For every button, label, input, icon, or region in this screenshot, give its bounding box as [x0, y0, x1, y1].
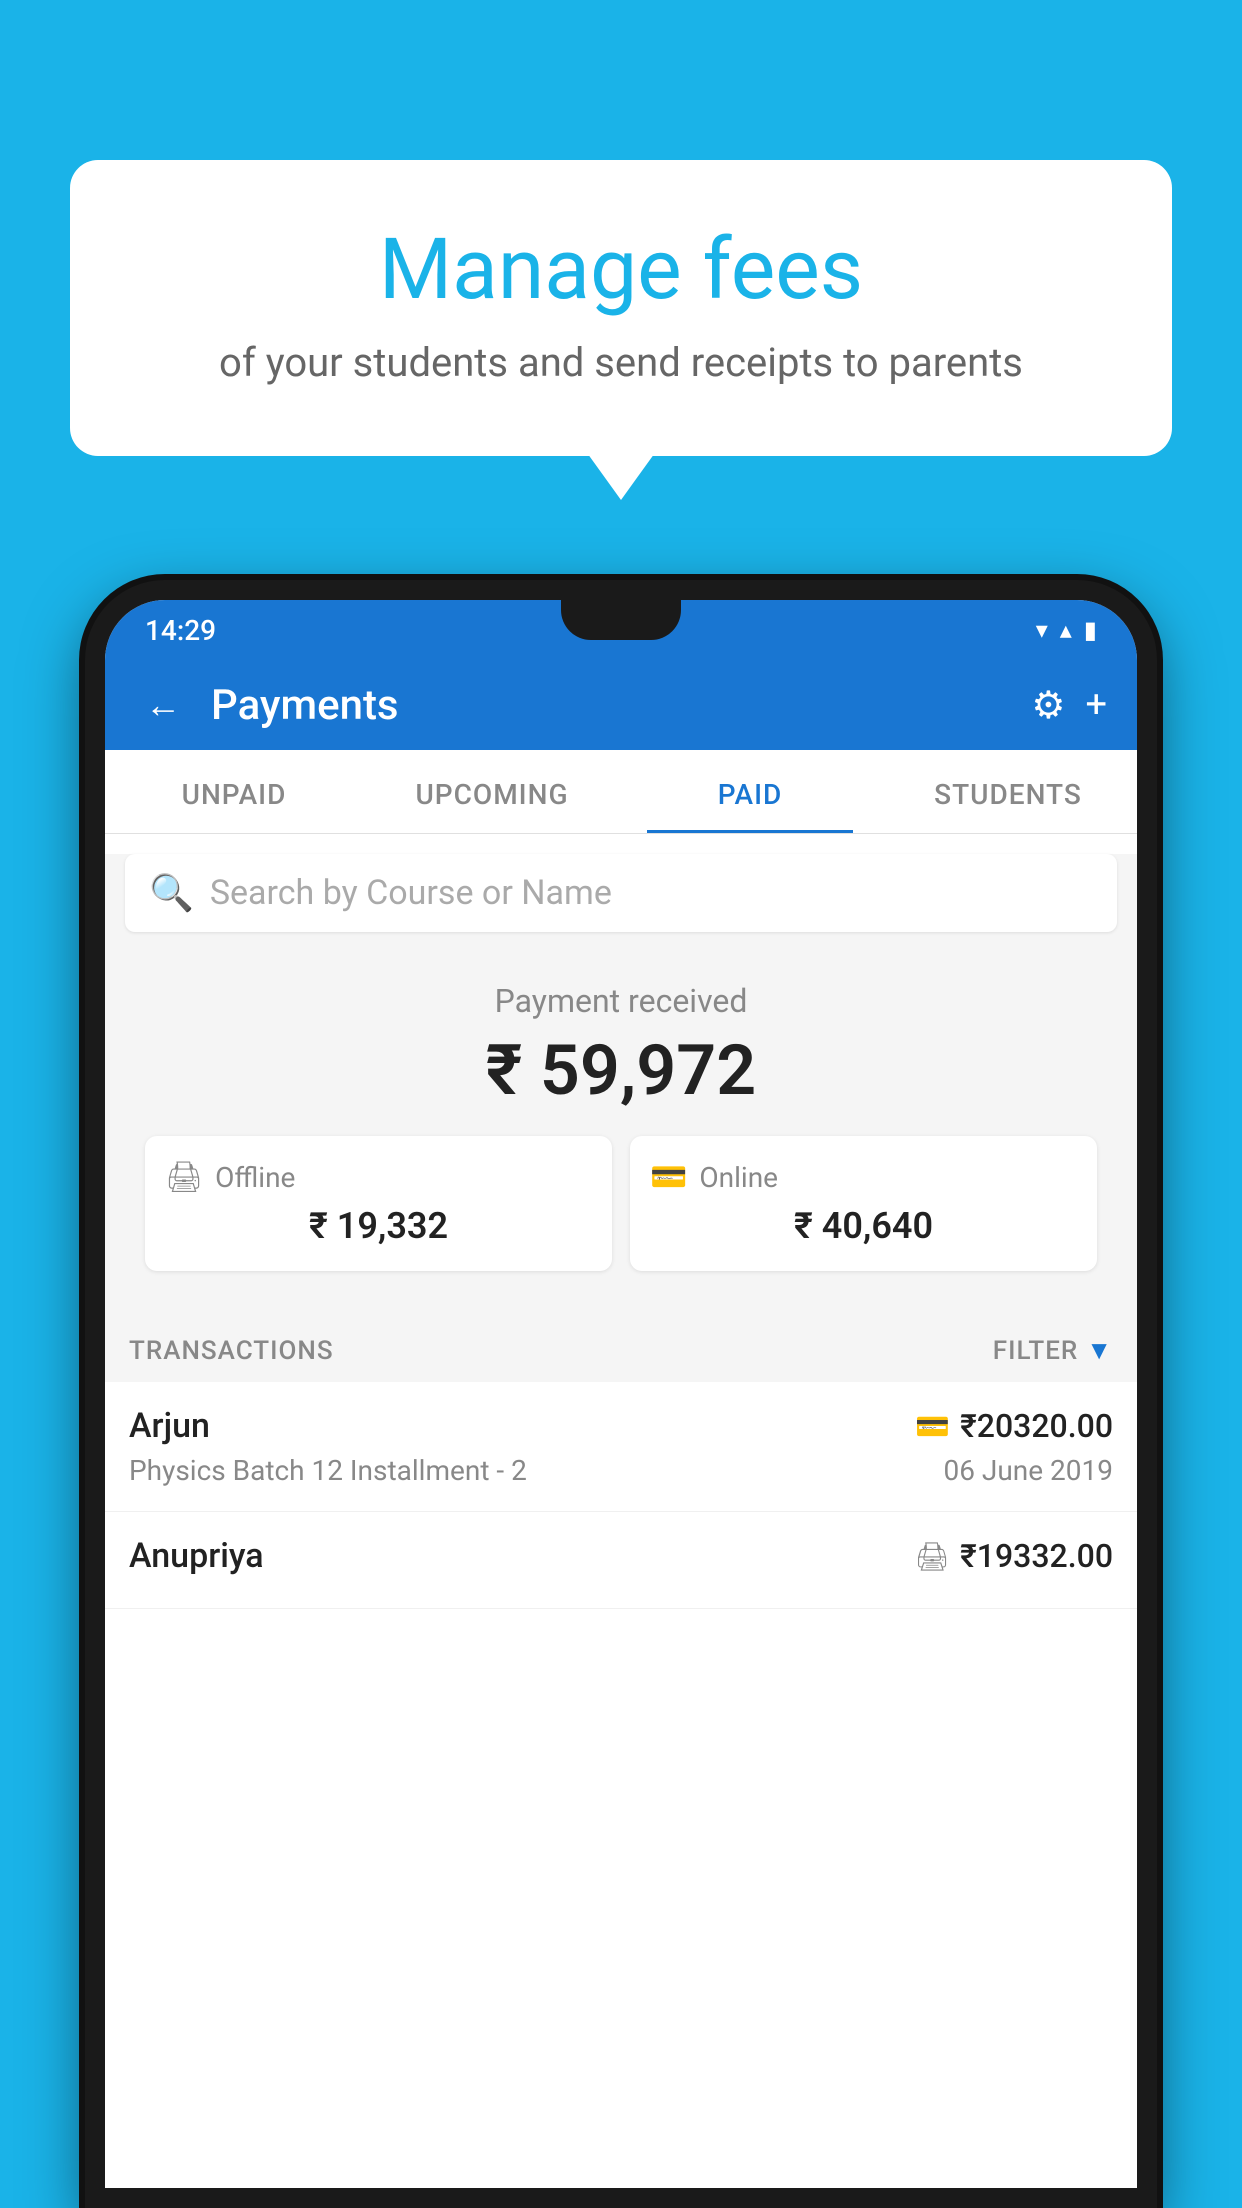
online-card-header: 💳 Online [650, 1160, 1077, 1195]
speech-bubble-subtitle: of your students and send receipts to pa… [110, 339, 1132, 386]
header-title: Payments [211, 681, 1011, 730]
wifi-icon: ▾ [1036, 616, 1048, 644]
transaction-list: Arjun 💳 ₹20320.00 Physics Batch 12 Insta… [105, 1382, 1137, 1609]
transaction-amount: ₹19332.00 [960, 1537, 1113, 1575]
filter-icon: ▼ [1086, 1335, 1113, 1366]
speech-bubble: Manage fees of your students and send re… [70, 160, 1172, 456]
phone-screen: 14:29 ▾ ▴ ▮ ← Payments ⚙ + UNPAID UPCOMI… [105, 600, 1137, 2188]
transaction-amount-wrap: 🖨 ₹19332.00 [915, 1537, 1113, 1575]
app-header: ← Payments ⚙ + [105, 660, 1137, 750]
transaction-top: Anupriya 🖨 ₹19332.00 [129, 1536, 1113, 1576]
tab-unpaid[interactable]: UNPAID [105, 750, 363, 833]
transaction-name: Anupriya [129, 1536, 264, 1576]
transaction-detail: Physics Batch 12 Installment - 2 [129, 1454, 527, 1487]
transactions-header: TRANSACTIONS FILTER ▼ [105, 1315, 1137, 1382]
signal-icon: ▴ [1060, 616, 1072, 644]
header-icons: ⚙ + [1031, 683, 1107, 728]
transaction-amount: ₹20320.00 [960, 1407, 1113, 1445]
table-row[interactable]: Anupriya 🖨 ₹19332.00 [105, 1512, 1137, 1609]
tab-paid[interactable]: PAID [621, 750, 879, 833]
status-time: 14:29 [145, 614, 216, 647]
battery-icon: ▮ [1084, 616, 1097, 644]
add-button[interactable]: + [1085, 683, 1107, 727]
settings-button[interactable]: ⚙ [1031, 683, 1065, 728]
status-bar: 14:29 ▾ ▴ ▮ [105, 600, 1137, 660]
transaction-date: 06 June 2019 [943, 1454, 1113, 1487]
online-card: 💳 Online ₹ 40,640 [630, 1136, 1097, 1271]
speech-bubble-title: Manage fees [110, 220, 1132, 319]
tab-students[interactable]: STUDENTS [879, 750, 1137, 833]
transaction-bottom: Physics Batch 12 Installment - 2 06 June… [129, 1454, 1113, 1487]
search-icon: 🔍 [149, 872, 194, 914]
payment-total-amount: ₹ 59,972 [125, 1030, 1117, 1112]
payment-cards-row: 🖨 Offline ₹ 19,332 💳 Online ₹ 40,640 [125, 1136, 1117, 1295]
phone-frame: 14:29 ▾ ▴ ▮ ← Payments ⚙ + UNPAID UPCOMI… [85, 580, 1157, 2208]
transactions-label: TRANSACTIONS [129, 1336, 334, 1366]
offline-amount: ₹ 19,332 [165, 1205, 592, 1247]
transaction-amount-wrap: 💳 ₹20320.00 [915, 1407, 1113, 1445]
payment-received-section: Payment received ₹ 59,972 🖨 Offline ₹ 19… [105, 952, 1137, 1315]
offline-label: Offline [215, 1161, 295, 1194]
transaction-top: Arjun 💳 ₹20320.00 [129, 1406, 1113, 1446]
status-icons: ▾ ▴ ▮ [1036, 616, 1097, 644]
filter-button[interactable]: FILTER ▼ [993, 1335, 1113, 1366]
tab-upcoming[interactable]: UPCOMING [363, 750, 621, 833]
transaction-payment-icon: 💳 [915, 1410, 950, 1443]
content-area: 🔍 Search by Course or Name Payment recei… [105, 854, 1137, 1609]
offline-card: 🖨 Offline ₹ 19,332 [145, 1136, 612, 1271]
online-label: Online [699, 1161, 778, 1194]
notch [561, 600, 681, 640]
back-button[interactable]: ← [135, 674, 191, 736]
table-row[interactable]: Arjun 💳 ₹20320.00 Physics Batch 12 Insta… [105, 1382, 1137, 1512]
search-bar[interactable]: 🔍 Search by Course or Name [125, 854, 1117, 932]
payment-received-label: Payment received [125, 982, 1117, 1020]
online-amount: ₹ 40,640 [650, 1205, 1077, 1247]
transaction-payment-icon: 🖨 [915, 1540, 951, 1573]
search-input[interactable]: Search by Course or Name [210, 873, 612, 913]
filter-label: FILTER [993, 1336, 1078, 1366]
offline-card-header: 🖨 Offline [165, 1160, 592, 1195]
tabs-bar: UNPAID UPCOMING PAID STUDENTS [105, 750, 1137, 834]
online-icon: 💳 [650, 1160, 687, 1195]
transaction-name: Arjun [129, 1406, 210, 1446]
offline-icon: 🖨 [165, 1160, 203, 1195]
